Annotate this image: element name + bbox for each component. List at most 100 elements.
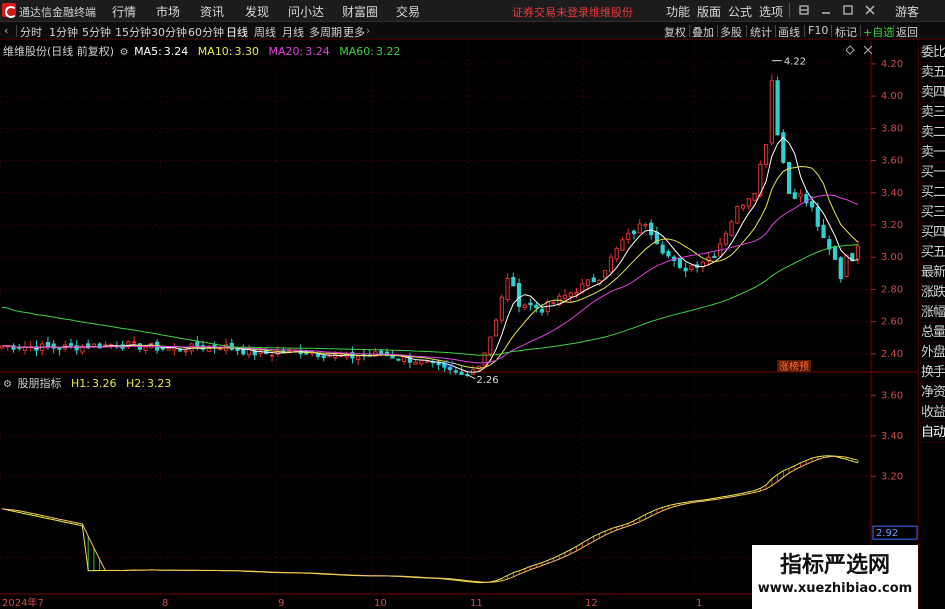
- period-60min[interactable]: 60分钟: [188, 24, 224, 40]
- tool-huaxian[interactable]: 画线: [778, 24, 800, 40]
- candle-body: [183, 350, 188, 353]
- period-daily[interactable]: 日线: [226, 24, 248, 40]
- candle-body: [608, 256, 614, 273]
- period-monthly[interactable]: 月线: [282, 24, 304, 40]
- tool-add-favorite[interactable]: +自选: [863, 24, 894, 40]
- side-panel-item[interactable]: 买一: [920, 163, 945, 183]
- tool-tongji[interactable]: 统计: [750, 24, 772, 40]
- candle-body: [832, 246, 838, 260]
- chart-area[interactable]: 4.20 4.00 3.80 3.60 3.40 3.20 3.00 2.80 2.60 2.40…: [0, 41, 918, 609]
- candle-body: [218, 348, 223, 351]
- candle-body: [620, 239, 625, 251]
- candle-body: [453, 370, 458, 373]
- side-panel-item[interactable]: 委比: [920, 43, 945, 63]
- price-tick-label: 2.60: [881, 317, 903, 328]
- price-tick-label: 3.00: [881, 252, 903, 263]
- tool-fuquan[interactable]: 复权: [664, 24, 686, 40]
- toolbar-divider: [893, 25, 894, 37]
- chart-corner-icons[interactable]: [846, 44, 876, 56]
- candle-body: [792, 192, 797, 199]
- tool-biaoji[interactable]: 标记: [835, 24, 857, 40]
- period-more[interactable]: 更多: [343, 24, 365, 40]
- period-5min[interactable]: 5分钟: [82, 24, 111, 40]
- side-panel-item[interactable]: 卖五: [920, 63, 945, 83]
- side-panel-item[interactable]: 卖一: [920, 143, 945, 163]
- menu-gongneng[interactable]: 功能: [666, 3, 690, 20]
- toolbar-divider: [860, 25, 861, 37]
- side-panel-item[interactable]: 买四: [920, 223, 945, 243]
- side-panel-item[interactable]: 总量: [920, 323, 945, 343]
- period-30min[interactable]: 30分钟: [151, 24, 187, 40]
- app-window: 通达信金融终端 行情 市场 资讯 发现 问小达 财富圈 交易 证券交易未登录 维…: [0, 0, 945, 609]
- side-panel-item[interactable]: 卖三: [920, 103, 945, 123]
- h2-value: 3.23: [146, 377, 172, 390]
- ma10-label: MA10:: [197, 45, 233, 58]
- side-panel-item[interactable]: 买五: [920, 243, 945, 263]
- menu-caifuquan[interactable]: 财富圈: [342, 3, 378, 20]
- price-tick-label: 3.20: [881, 220, 903, 231]
- side-panel-item[interactable]: 自动: [920, 423, 945, 443]
- candle-body: [132, 341, 137, 344]
- period-fenshi[interactable]: 分时: [20, 24, 42, 40]
- skin-icon[interactable]: [796, 2, 812, 18]
- low-marker-line: [467, 374, 476, 380]
- side-panel-item[interactable]: 卖二: [920, 123, 945, 143]
- trade-login-notice[interactable]: 证券交易未登录: [512, 4, 589, 20]
- close-icon[interactable]: [862, 2, 878, 18]
- candle-body: [844, 254, 849, 277]
- period-multi[interactable]: 多周期: [309, 24, 342, 40]
- side-panel-item[interactable]: 收益: [920, 403, 945, 423]
- candle-body: [269, 354, 275, 357]
- side-panel-item[interactable]: 最新: [920, 263, 945, 283]
- side-panel-item[interactable]: 涨幅: [920, 303, 945, 323]
- menu-bar: 通达信金融终端 行情 市场 资讯 发现 问小达 财富圈 交易 证券交易未登录 维…: [0, 0, 945, 22]
- menu-shichang[interactable]: 市场: [156, 3, 180, 20]
- candle-body: [660, 244, 665, 254]
- side-panel-item[interactable]: 换手: [920, 363, 945, 383]
- h1-value: 3.26: [91, 377, 117, 390]
- menu-wenxiaoda[interactable]: 问小达: [288, 3, 324, 20]
- menu-hangqing[interactable]: 行情: [112, 3, 136, 20]
- maximize-icon[interactable]: [840, 2, 856, 18]
- indicator-tick-label: 3.20: [881, 471, 903, 482]
- indicator-current-value: 2.92: [876, 528, 898, 539]
- menu-zixun[interactable]: 资讯: [200, 3, 224, 20]
- guest-user[interactable]: 游客: [895, 3, 919, 20]
- back-arrow-icon[interactable]: ‹: [4, 24, 8, 37]
- side-panel-item[interactable]: 买三: [920, 203, 945, 223]
- candle-body: [769, 80, 774, 144]
- tool-fanhui[interactable]: 返回: [896, 24, 918, 40]
- menu-banmian[interactable]: 版面: [697, 3, 721, 20]
- more-chevron-icon[interactable]: ›: [366, 24, 370, 37]
- period-15min[interactable]: 15分钟: [115, 24, 151, 40]
- indicator-settings-icon[interactable]: ⚙: [3, 379, 12, 390]
- candle-body: [729, 221, 734, 236]
- candle-body: [333, 353, 338, 359]
- tool-duogu[interactable]: 多股: [720, 24, 742, 40]
- side-panel-item[interactable]: 买二: [920, 183, 945, 203]
- period-weekly[interactable]: 周线: [254, 24, 276, 40]
- candle-body: [45, 342, 51, 347]
- menu-xuanxiang[interactable]: 选项: [759, 3, 783, 20]
- ma5-label: MA5:: [134, 45, 162, 58]
- minimize-icon[interactable]: [818, 2, 834, 18]
- side-panel-item[interactable]: 卖四: [920, 83, 945, 103]
- month-label: 11: [470, 598, 483, 609]
- candle-body: [574, 291, 579, 295]
- candle-body: [499, 296, 504, 321]
- period-1min[interactable]: 1分钟: [49, 24, 78, 40]
- settings-icon[interactable]: ⚙: [120, 47, 129, 58]
- candle-body: [752, 193, 757, 201]
- tool-diejia[interactable]: 叠加: [692, 24, 714, 40]
- menu-faxian[interactable]: 发现: [245, 3, 269, 20]
- side-panel-item[interactable]: 涨跌: [920, 283, 945, 303]
- candle-body: [603, 269, 608, 279]
- menu-jiaoyi[interactable]: 交易: [396, 3, 420, 20]
- toolbar-divider: [16, 25, 17, 37]
- menu-gongshi[interactable]: 公式: [728, 3, 752, 20]
- price-tick-label: 4.20: [881, 59, 903, 70]
- side-panel-item[interactable]: 净资: [920, 383, 945, 403]
- side-panel-item[interactable]: 外盘: [920, 343, 945, 363]
- price-tick-label: 3.40: [881, 188, 903, 199]
- tool-f10[interactable]: F10: [808, 24, 828, 37]
